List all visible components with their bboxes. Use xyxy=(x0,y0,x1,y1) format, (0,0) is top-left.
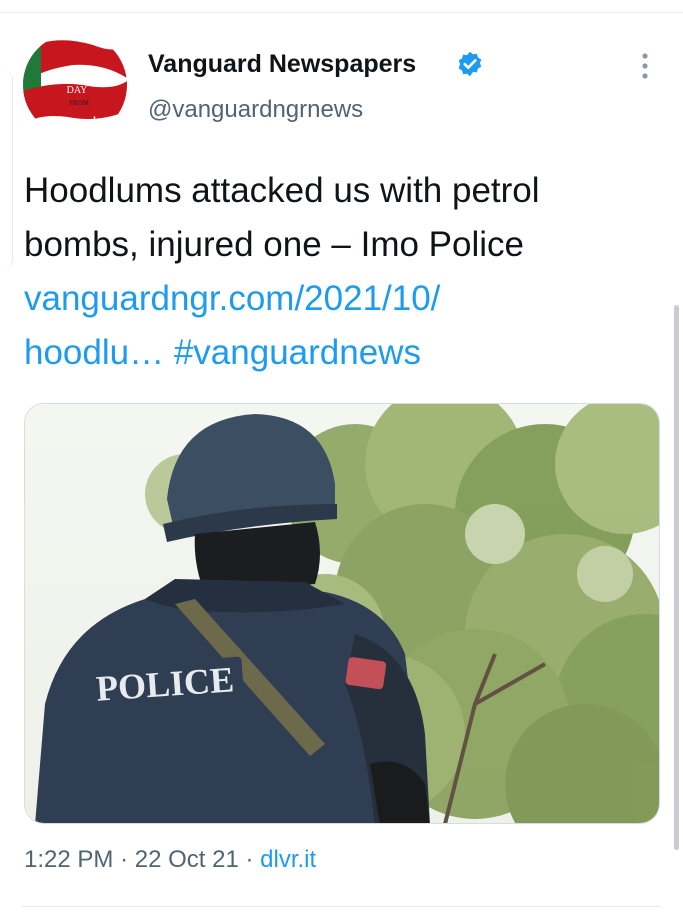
hashtag-link[interactable]: #vanguardnews xyxy=(174,333,421,372)
tweet-text-line-1: Hoodlums attacked us with petrol xyxy=(24,171,540,210)
top-divider xyxy=(0,12,683,13)
tweet-link-line-2[interactable]: hoodlu… xyxy=(24,333,164,372)
tweet-date[interactable]: 22 Oct 21 xyxy=(135,846,239,873)
author-display-name[interactable]: Vanguard Newspapers xyxy=(148,50,416,79)
meta-separator-1: · xyxy=(120,846,129,873)
avatar-text-vanguard: Vanguard xyxy=(55,116,97,127)
bottom-divider xyxy=(22,906,661,907)
more-vertical-icon[interactable] xyxy=(638,52,652,80)
scrollbar[interactable] xyxy=(674,305,679,850)
meta-separator-2: · xyxy=(245,846,254,873)
left-panel-edge xyxy=(0,70,13,270)
tweet-time[interactable]: 1:22 PM xyxy=(24,846,113,873)
tweet-media-photo[interactable]: POLICE xyxy=(24,403,660,824)
tweet-source[interactable]: dlvr.it xyxy=(260,846,316,873)
tweet-link-line-1[interactable]: vanguardngr.com/2021/10/ xyxy=(24,272,664,326)
avatar-text-from: FROM xyxy=(69,99,90,107)
author-handle[interactable]: @vanguardngrnews xyxy=(148,96,363,124)
avatar-text-day: DAY xyxy=(67,85,88,96)
verified-badge-icon xyxy=(458,51,482,77)
tweet-text: Hoodlums attacked us with petrol bombs, … xyxy=(24,164,664,380)
avatar-text-independence: INDEPENDENCE xyxy=(47,76,108,85)
tweet-meta: 1:22 PM · 22 Oct 21 · dlvr.it xyxy=(24,846,316,874)
author-avatar[interactable]: HAPPY INDEPENDENCE DAY FROM Vanguard xyxy=(23,33,127,137)
tweet-text-line-2: bombs, injured one – Imo Police xyxy=(24,225,524,264)
